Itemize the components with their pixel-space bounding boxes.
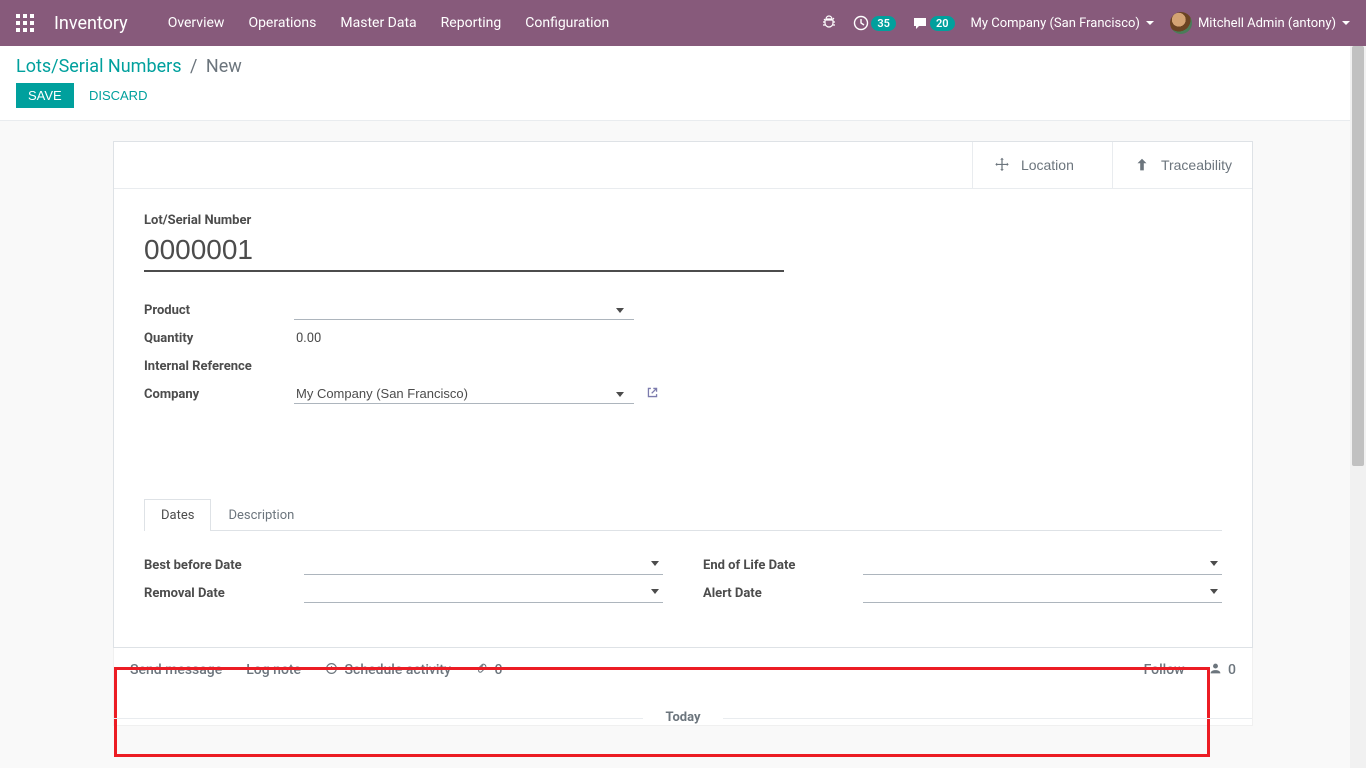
company-name: My Company (San Francisco) (971, 16, 1140, 31)
location-button[interactable]: Location (972, 142, 1112, 188)
title-label: Lot/Serial Number (144, 213, 1222, 228)
removal-date-input[interactable] (304, 583, 663, 603)
traceability-label: Traceability (1161, 157, 1232, 173)
breadcrumb: Lots/Serial Numbers / New (16, 56, 1350, 77)
avatar (1170, 12, 1192, 34)
apps-icon[interactable] (16, 14, 34, 32)
breadcrumb-root[interactable]: Lots/Serial Numbers (16, 56, 182, 77)
chevron-down-icon (1342, 21, 1350, 25)
menu-reporting[interactable]: Reporting (441, 15, 502, 31)
menu-configuration[interactable]: Configuration (525, 15, 609, 31)
scrollbar-thumb[interactable] (1352, 46, 1364, 466)
menu-master-data[interactable]: Master Data (340, 15, 416, 31)
company-switcher[interactable]: My Company (San Francisco) (971, 16, 1154, 31)
alert-date-input[interactable] (863, 583, 1222, 603)
best-before-label: Best before Date (144, 558, 304, 573)
traceability-button[interactable]: Traceability (1112, 142, 1252, 188)
today-separator: Today (114, 710, 1252, 725)
chevron-down-icon (1146, 21, 1154, 25)
alert-date-label: Alert Date (703, 586, 863, 601)
button-box: Location Traceability (114, 142, 1252, 189)
followers-button[interactable]: 0 (1209, 662, 1236, 678)
tab-content-dates: Best before Date Removal Date (114, 531, 1252, 647)
external-link-icon[interactable] (646, 386, 659, 403)
breadcrumb-separator: / (190, 56, 197, 77)
internal-reference-value (294, 364, 298, 368)
tab-dates[interactable]: Dates (144, 499, 211, 531)
discard-button[interactable]: DISCARD (77, 83, 160, 108)
breadcrumb-current: New (206, 56, 242, 77)
messages-badge: 20 (930, 16, 955, 31)
quantity-value: 0.00 (294, 329, 323, 348)
app-brand[interactable]: Inventory (54, 13, 128, 34)
company-label: Company (144, 387, 294, 402)
activities-icon[interactable]: 35 (853, 15, 896, 31)
quantity-label: Quantity (144, 331, 294, 346)
best-before-input[interactable] (304, 555, 663, 575)
control-panel: Lots/Serial Numbers / New SAVE DISCARD (0, 46, 1366, 121)
top-navbar: Inventory Overview Operations Master Dat… (0, 0, 1366, 46)
arrow-up-icon (1133, 156, 1151, 174)
product-label: Product (144, 303, 294, 318)
location-label: Location (1021, 157, 1074, 173)
save-button[interactable]: SAVE (16, 83, 74, 108)
company-input[interactable] (294, 384, 634, 404)
product-input[interactable] (294, 300, 634, 320)
scrollbar[interactable] (1350, 46, 1366, 768)
notebook: Dates Description (144, 498, 1222, 531)
messages-icon[interactable]: 20 (912, 15, 955, 31)
main-menu: Overview Operations Master Data Reportin… (168, 15, 610, 31)
menu-operations[interactable]: Operations (248, 15, 316, 31)
tab-description[interactable]: Description (211, 499, 311, 531)
form-sheet: Location Traceability Lot/Serial Number … (113, 141, 1253, 648)
user-name: Mitchell Admin (antony) (1198, 16, 1336, 31)
move-icon (993, 156, 1011, 174)
removal-date-label: Removal Date (144, 586, 304, 601)
end-of-life-input[interactable] (863, 555, 1222, 575)
activities-badge: 35 (871, 16, 896, 31)
user-menu[interactable]: Mitchell Admin (antony) (1170, 12, 1350, 34)
user-icon (1209, 662, 1222, 675)
menu-overview[interactable]: Overview (168, 15, 225, 31)
internal-reference-label: Internal Reference (144, 359, 294, 374)
lot-serial-input[interactable] (144, 232, 784, 272)
debug-icon[interactable] (821, 15, 837, 31)
end-of-life-label: End of Life Date (703, 558, 863, 573)
